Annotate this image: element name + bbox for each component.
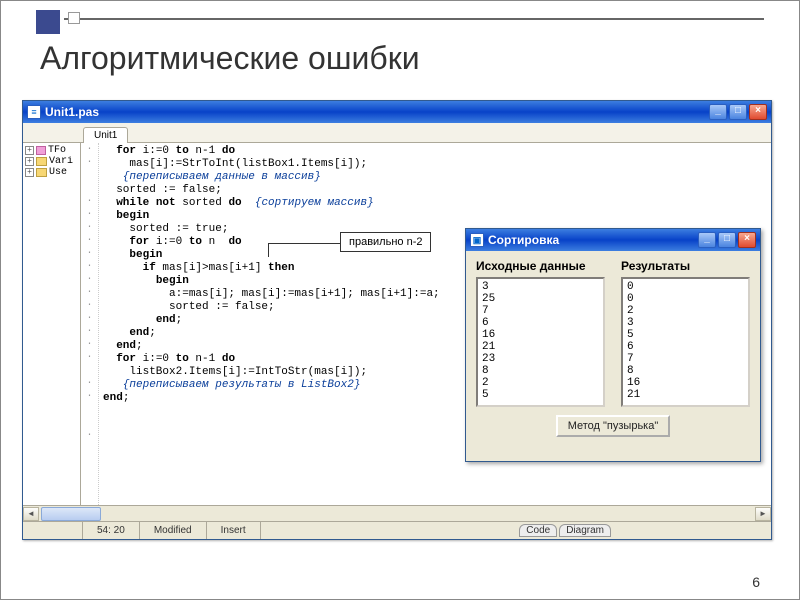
- editor-tab-row: Unit1: [23, 123, 771, 143]
- hscrollbar[interactable]: ◄ ►: [23, 505, 771, 521]
- tab-code[interactable]: Code: [519, 524, 557, 537]
- callout-connector: [268, 243, 269, 257]
- editor-titlebar[interactable]: ≡ Unit1.pas _ □ ×: [23, 101, 771, 123]
- form-icon: [36, 146, 46, 155]
- status-modified: Modified: [140, 522, 207, 539]
- tab-diagram[interactable]: Diagram: [559, 524, 611, 537]
- app-titlebar[interactable]: ▣ Сортировка _ □ ×: [466, 229, 760, 251]
- input-label: Исходные данные: [476, 259, 605, 273]
- folder-icon: [36, 168, 47, 177]
- output-listbox[interactable]: 002356781621: [621, 277, 750, 407]
- input-listbox[interactable]: 32576162123825: [476, 277, 605, 407]
- callout-box: правильно n-2: [340, 232, 431, 252]
- maximize-button[interactable]: □: [729, 104, 747, 120]
- code-gutter: ··················: [81, 143, 99, 505]
- file-icon: ≡: [27, 105, 41, 119]
- output-label: Результаты: [621, 259, 750, 273]
- tab-unit1[interactable]: Unit1: [83, 127, 128, 143]
- tree-item: +TFo: [25, 145, 78, 156]
- status-pos: 54: 20: [83, 522, 140, 539]
- structure-tree[interactable]: +TFo +Vari +Use: [23, 143, 81, 505]
- minimize-button[interactable]: _: [709, 104, 727, 120]
- minimize-button[interactable]: _: [698, 232, 716, 248]
- folder-icon: [36, 157, 47, 166]
- scroll-left-button[interactable]: ◄: [23, 507, 39, 521]
- maximize-button[interactable]: □: [718, 232, 736, 248]
- editor-title: Unit1.pas: [45, 105, 99, 119]
- tree-item: +Use: [25, 167, 78, 178]
- accent-rule: [64, 18, 764, 20]
- app-window: ▣ Сортировка _ □ × Исходные данные 32576…: [465, 228, 761, 462]
- slide-number: 6: [752, 574, 760, 590]
- app-title: Сортировка: [488, 233, 559, 247]
- callout-text: правильно n-2: [349, 236, 422, 248]
- app-icon: ▣: [470, 233, 484, 247]
- scroll-thumb[interactable]: [41, 507, 101, 521]
- page-title: Алгоритмические ошибки: [40, 40, 420, 77]
- accent-square: [68, 12, 80, 24]
- status-insert: Insert: [207, 522, 261, 539]
- sort-button[interactable]: Метод "пузырька": [556, 415, 671, 437]
- callout-connector: [268, 243, 340, 244]
- close-button[interactable]: ×: [749, 104, 767, 120]
- tree-item: +Vari: [25, 156, 78, 167]
- scroll-right-button[interactable]: ►: [755, 507, 771, 521]
- close-button[interactable]: ×: [738, 232, 756, 248]
- status-bar: 54: 20 Modified Insert Code Diagram: [23, 521, 771, 539]
- accent-block: [36, 10, 60, 34]
